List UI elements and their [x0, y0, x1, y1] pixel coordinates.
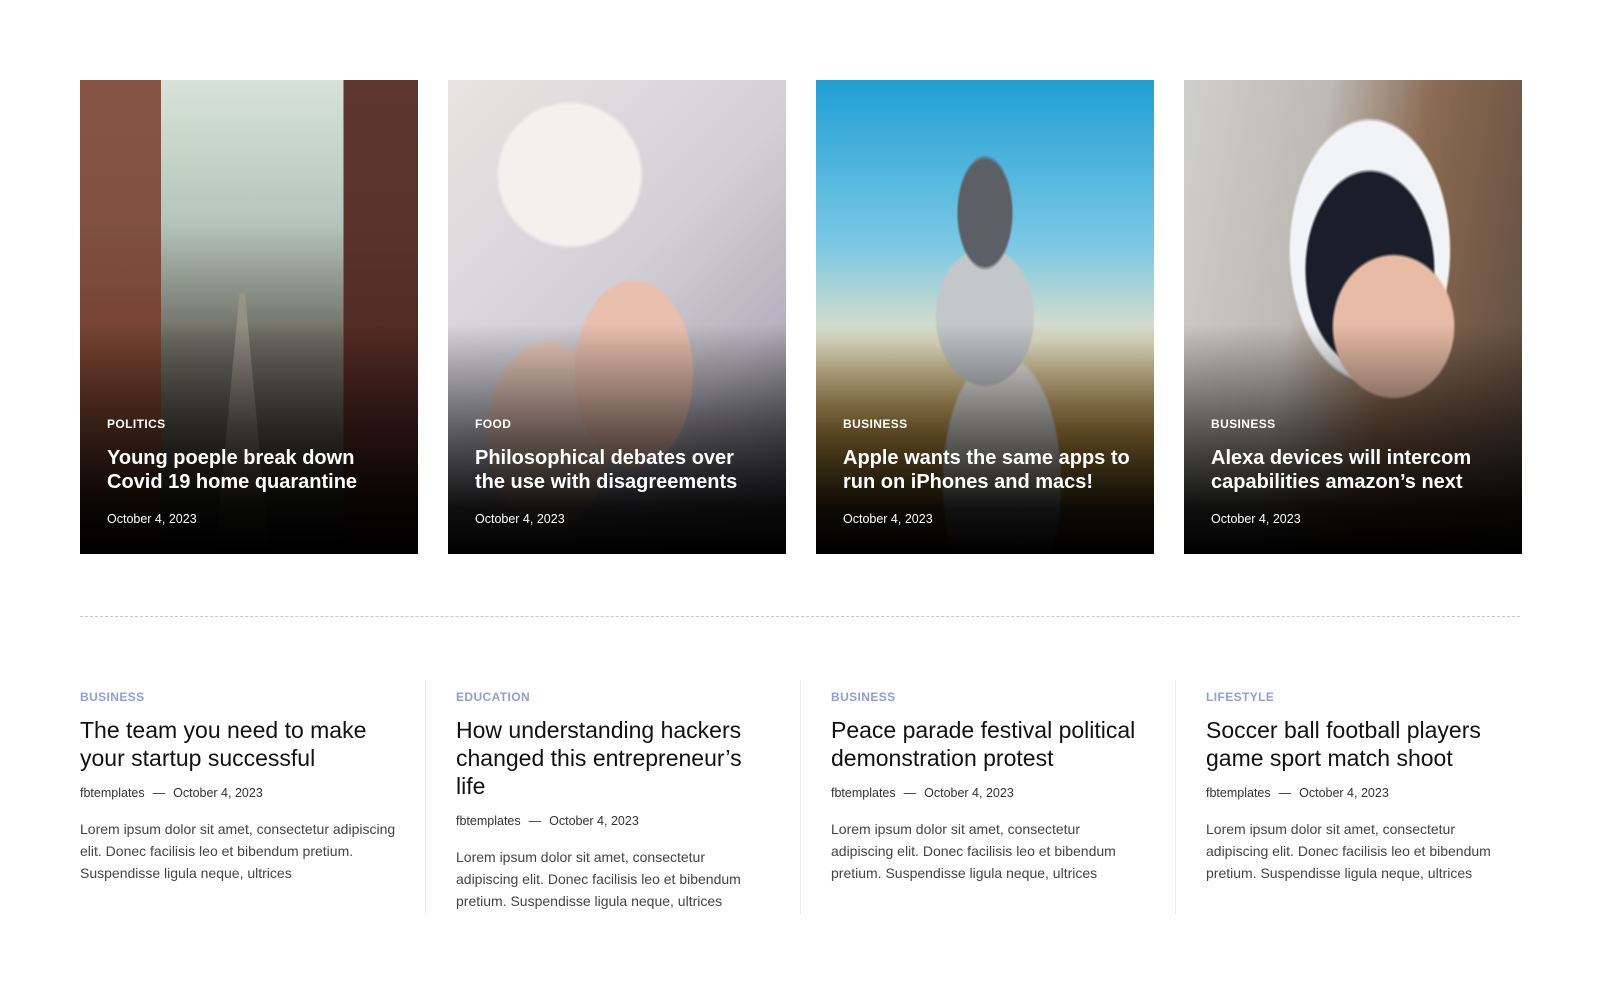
post-excerpt: Lorem ipsum dolor sit amet, consectetur …: [456, 849, 741, 909]
post-title[interactable]: How understanding hackers changed this e…: [456, 716, 770, 800]
card-body: BUSINESS Alexa devices will intercom cap…: [1211, 417, 1502, 526]
post-meta: fbtemplates — October 4, 2023: [1206, 786, 1520, 800]
post-meta: fbtemplates — October 4, 2023: [456, 814, 770, 828]
featured-card[interactable]: BUSINESS Apple wants the same apps to ru…: [816, 80, 1154, 554]
post-item: LIFESTYLE Soccer ball football players g…: [1175, 680, 1520, 915]
card-body: POLITICS Young poeple break down Covid 1…: [107, 417, 398, 526]
card-title[interactable]: Alexa devices will intercom capabilities…: [1211, 446, 1502, 494]
featured-card[interactable]: BUSINESS Alexa devices will intercom cap…: [1184, 80, 1522, 554]
post-author[interactable]: fbtemplates: [80, 786, 145, 800]
post-author[interactable]: fbtemplates: [456, 814, 521, 828]
featured-card[interactable]: FOOD Philosophical debates over the use …: [448, 80, 786, 554]
post-meta: fbtemplates — October 4, 2023: [831, 786, 1145, 800]
post-category[interactable]: BUSINESS: [831, 690, 1145, 704]
card-date: October 4, 2023: [843, 512, 933, 526]
post-title[interactable]: Soccer ball football players game sport …: [1206, 716, 1520, 772]
card-title[interactable]: Young poeple break down Covid 19 home qu…: [107, 446, 398, 494]
post-item: BUSINESS Peace parade festival political…: [800, 680, 1145, 915]
post-author[interactable]: fbtemplates: [831, 786, 896, 800]
post-list: BUSINESS The team you need to make your …: [80, 680, 1520, 915]
meta-separator: —: [528, 814, 542, 828]
card-date: October 4, 2023: [107, 512, 197, 526]
post-category[interactable]: LIFESTYLE: [1206, 690, 1520, 704]
post-excerpt: Lorem ipsum dolor sit amet, consectetur …: [831, 821, 1116, 881]
post-item: EDUCATION How understanding hackers chan…: [425, 680, 770, 915]
section-divider: [80, 616, 1520, 617]
post-item: BUSINESS The team you need to make your …: [80, 680, 400, 915]
card-category[interactable]: BUSINESS: [1211, 417, 1502, 431]
post-author[interactable]: fbtemplates: [1206, 786, 1271, 800]
post-category[interactable]: EDUCATION: [456, 690, 770, 704]
card-category[interactable]: BUSINESS: [843, 417, 1134, 431]
meta-separator: —: [1278, 786, 1292, 800]
meta-separator: —: [903, 786, 917, 800]
card-title[interactable]: Philosophical debates over the use with …: [475, 446, 766, 494]
post-title[interactable]: Peace parade festival political demonstr…: [831, 716, 1145, 772]
post-excerpt: Lorem ipsum dolor sit amet, consectetur …: [80, 821, 396, 881]
card-category[interactable]: FOOD: [475, 417, 766, 431]
featured-cards: POLITICS Young poeple break down Covid 1…: [80, 80, 1522, 554]
post-meta: fbtemplates — October 4, 2023: [80, 786, 400, 800]
post-category[interactable]: BUSINESS: [80, 690, 400, 704]
post-title[interactable]: The team you need to make your startup s…: [80, 716, 400, 772]
post-date: October 4, 2023: [173, 786, 263, 800]
card-category[interactable]: POLITICS: [107, 417, 398, 431]
card-body: FOOD Philosophical debates over the use …: [475, 417, 766, 526]
card-body: BUSINESS Apple wants the same apps to ru…: [843, 417, 1134, 526]
card-title[interactable]: Apple wants the same apps to run on iPho…: [843, 446, 1134, 494]
post-excerpt: Lorem ipsum dolor sit amet, consectetur …: [1206, 821, 1491, 881]
card-date: October 4, 2023: [1211, 512, 1301, 526]
post-date: October 4, 2023: [924, 786, 1014, 800]
post-date: October 4, 2023: [549, 814, 639, 828]
post-date: October 4, 2023: [1299, 786, 1389, 800]
card-date: October 4, 2023: [475, 512, 565, 526]
meta-separator: —: [152, 786, 166, 800]
featured-card[interactable]: POLITICS Young poeple break down Covid 1…: [80, 80, 418, 554]
